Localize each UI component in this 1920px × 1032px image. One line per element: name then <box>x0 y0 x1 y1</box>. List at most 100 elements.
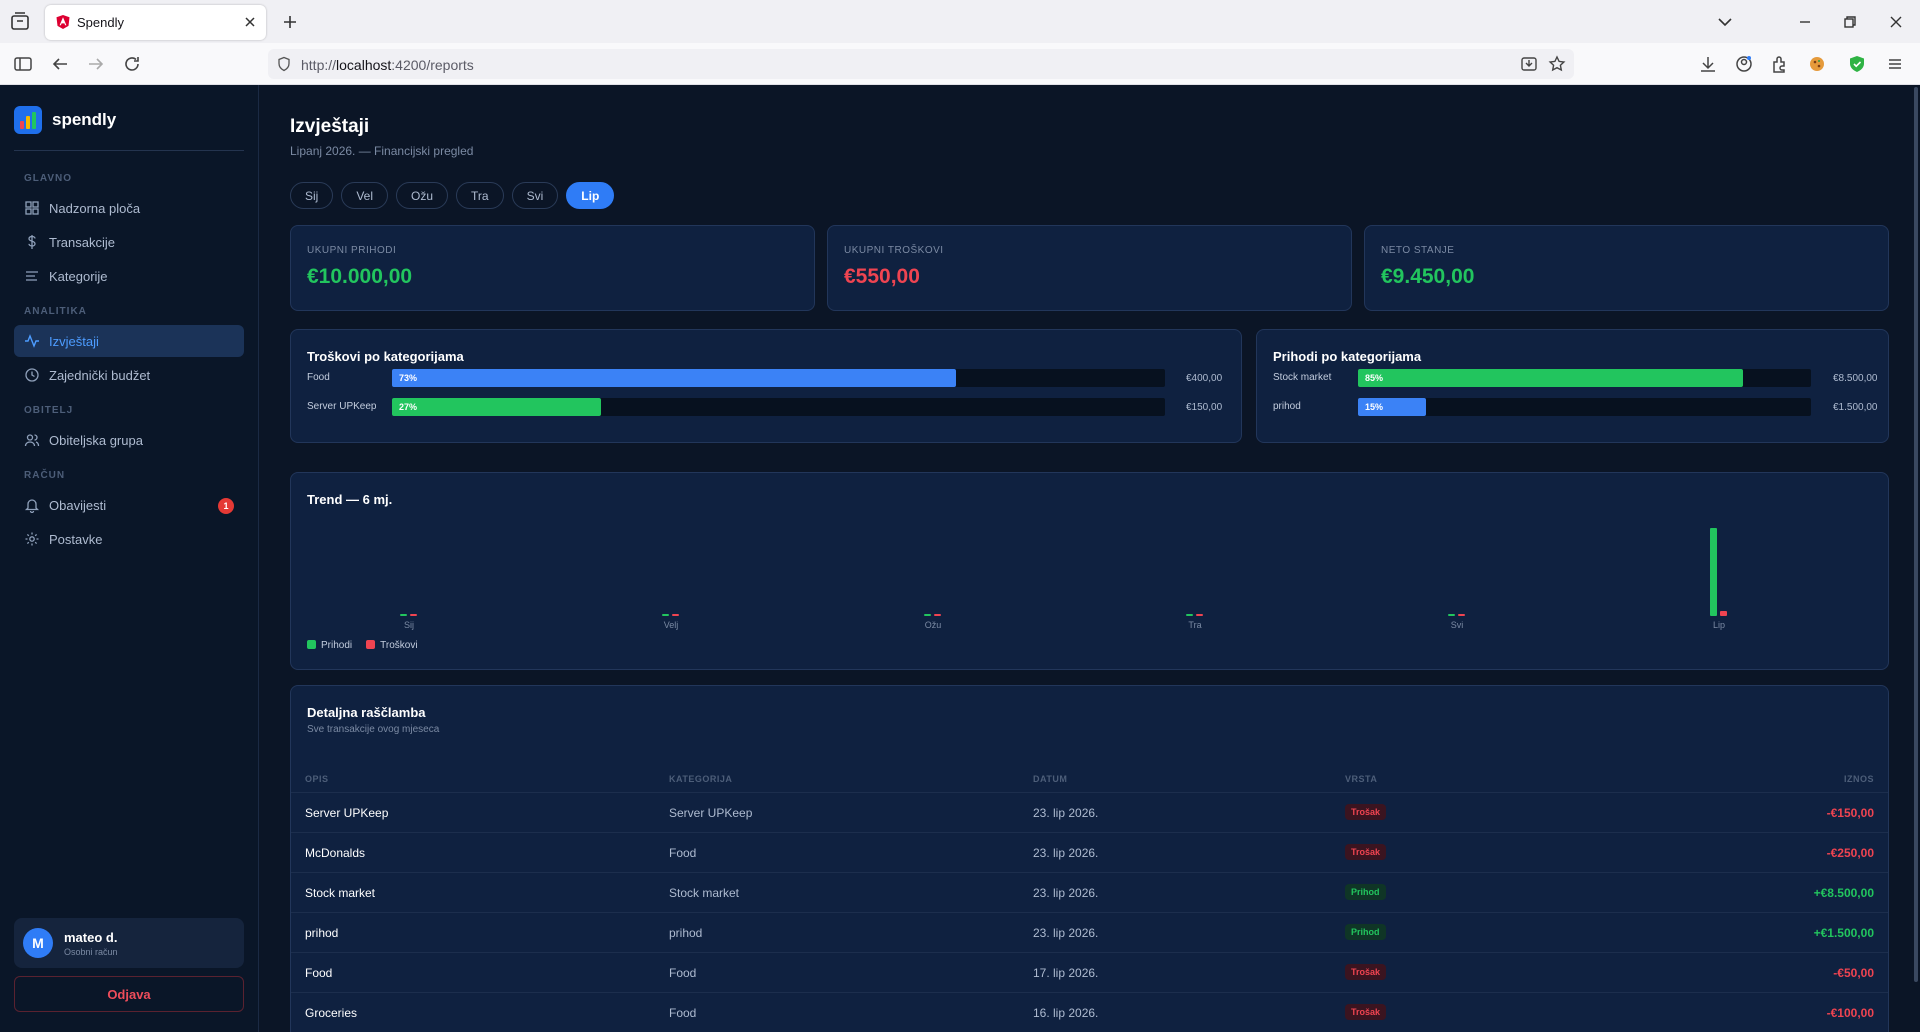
account-icon[interactable] <box>1733 53 1755 75</box>
angular-favicon-icon <box>56 15 70 29</box>
category-bar-track: 85% <box>1358 369 1811 387</box>
avatar: M <box>23 928 53 958</box>
type-badge: Trošak <box>1345 964 1387 980</box>
main-content: Izvještaji Lipanj 2026. — Financijski pr… <box>260 85 1912 1032</box>
income-bar[interactable] <box>662 614 669 616</box>
x-tick-label: Velj <box>663 620 679 630</box>
menu-icon[interactable] <box>1884 53 1906 75</box>
user-card[interactable]: M mateo d. Osobni račun <box>14 918 244 968</box>
grid-icon <box>25 201 39 215</box>
cell-date: 16. lip 2026. <box>1033 1006 1099 1020</box>
expense-bar[interactable] <box>410 614 417 616</box>
month-pill-mar[interactable]: Ožu <box>396 182 449 209</box>
brand-logo[interactable]: spendly <box>14 106 116 134</box>
forward-icon[interactable] <box>85 53 107 75</box>
sidebar-item-settings[interactable]: Postavke <box>14 523 244 555</box>
income-bar[interactable] <box>1448 614 1455 616</box>
extensions-icon[interactable] <box>1769 53 1791 75</box>
expense-bar[interactable] <box>934 614 941 616</box>
sidebar-item-categories[interactable]: Kategorije <box>14 260 244 292</box>
users-icon <box>24 434 40 447</box>
table-row[interactable]: prihod prihod 23. lip 2026. Prihod +€1.500,0… <box>291 912 1888 952</box>
url-text[interactable]: http://localhost:4200/reports <box>301 57 474 73</box>
cell-date: 17. lip 2026. <box>1033 966 1099 980</box>
category-bar-track: 15% <box>1358 398 1811 416</box>
income-bar[interactable] <box>1186 614 1193 616</box>
sidebar-item-label: Postavke <box>49 531 103 547</box>
minimize-icon[interactable] <box>1793 10 1817 34</box>
tab-list-icon[interactable] <box>8 10 32 34</box>
new-tab-icon[interactable] <box>280 12 300 32</box>
column-header: IZNOS <box>1843 774 1874 784</box>
expense-bar[interactable] <box>1458 614 1465 616</box>
close-window-icon[interactable] <box>1884 10 1908 34</box>
chevron-down-icon[interactable] <box>1713 10 1737 34</box>
legend-item-expense: Troškovi <box>366 640 418 651</box>
reload-icon[interactable] <box>121 53 143 75</box>
month-pill-may[interactable]: Svi <box>511 182 559 209</box>
notification-badge: 1 <box>218 498 234 514</box>
close-tab-icon[interactable] <box>242 14 258 30</box>
sidebar-item-family-group[interactable]: Obiteljska grupa <box>14 424 244 456</box>
expense-bar[interactable] <box>1720 611 1727 616</box>
month-pill-jun[interactable]: Lip <box>566 182 615 209</box>
month-pill-jan[interactable]: Sij <box>290 182 334 209</box>
table-row[interactable]: McDonalds Food 23. lip 2026. Trošak -€250,00 <box>291 832 1888 872</box>
sidebar-item-transactions[interactable]: Transakcije <box>14 226 244 258</box>
sidebar-item-shared-budget[interactable]: Zajednički budžet <box>14 359 244 391</box>
category-bar-fill: 15% <box>1358 398 1426 416</box>
kpi-label: UKUPNI TROŠKOVI <box>844 245 944 256</box>
legend-swatch <box>307 640 316 649</box>
browser-tab[interactable]: Spendly <box>45 5 266 40</box>
month-pill-feb[interactable]: Vel <box>341 182 389 209</box>
card-title: Detaljna raščlamba <box>307 705 426 720</box>
kpi-value: €9.450,00 <box>1381 265 1475 288</box>
user-role: Osobni račun <box>64 947 118 957</box>
user-name: mateo d. <box>64 930 118 945</box>
type-badge: Prihod <box>1345 924 1386 940</box>
shield-extension-icon[interactable] <box>1846 53 1868 75</box>
sidebar-item-label: Kategorije <box>49 268 108 284</box>
category-bar-fill: 27% <box>392 398 601 416</box>
category-name: Stock market <box>1273 372 1332 383</box>
chart-title: Trend — 6 mj. <box>307 492 393 507</box>
logout-button[interactable]: Odjava <box>14 976 244 1012</box>
scrollbar-thumb[interactable] <box>1914 87 1918 982</box>
breakdown-card: Detaljna raščlamba Sve transakcije ovog … <box>290 685 1889 1032</box>
expense-bar[interactable] <box>672 614 679 616</box>
column-header: KATEGORIJA <box>669 774 733 784</box>
restore-icon[interactable] <box>1838 10 1862 34</box>
cell-category: Stock market <box>669 886 740 900</box>
shield-icon[interactable] <box>276 56 292 72</box>
table-row[interactable]: Server UPKeep Server UPKeep 23. lip 2026. T… <box>291 792 1888 832</box>
month-pill-apr[interactable]: Tra <box>456 182 504 209</box>
category-amount: €150,00 <box>1186 402 1223 413</box>
sidebar-item-dashboard[interactable]: Nadzorna ploča <box>14 192 244 224</box>
sidebar-item-reports[interactable]: Izvještaji <box>14 325 244 357</box>
income-bar[interactable] <box>924 614 931 616</box>
scrollbar[interactable] <box>1912 85 1920 1032</box>
section-label-analytics: ANALITIKA <box>24 306 87 317</box>
category-row: Server UPKeep 27% €150,00 <box>307 398 1257 416</box>
cell-category: prihod <box>669 926 703 940</box>
back-icon[interactable] <box>49 53 71 75</box>
category-amount: €400,00 <box>1186 373 1223 384</box>
address-bar[interactable]: http://localhost:4200/reports <box>268 49 1574 79</box>
table-row[interactable]: Food Food 17. lip 2026. Trošak -€50,00 <box>291 952 1888 992</box>
table-row[interactable]: Groceries Food 16. lip 2026. Trošak -€100,00 <box>291 992 1888 1032</box>
column-header: OPIS <box>305 774 329 784</box>
category-percent: 85% <box>1365 373 1384 383</box>
income-bar[interactable] <box>1710 528 1717 616</box>
sidebar-toggle-icon[interactable] <box>12 53 34 75</box>
income-bar[interactable] <box>400 614 407 616</box>
type-badge: Prihod <box>1345 884 1386 900</box>
page-save-icon[interactable] <box>1520 55 1538 73</box>
cookie-extension-icon[interactable] <box>1806 53 1828 75</box>
cell-category: Food <box>669 1006 697 1020</box>
sidebar-item-notifications[interactable]: Obavijesti 1 <box>14 489 244 521</box>
bookmark-star-icon[interactable] <box>1548 55 1566 73</box>
table-row[interactable]: Stock market Stock market 23. lip 2026. Pri… <box>291 872 1888 912</box>
sidebar-item-label: Nadzorna ploča <box>49 200 141 216</box>
download-icon[interactable] <box>1697 53 1719 75</box>
expense-bar[interactable] <box>1196 614 1203 616</box>
